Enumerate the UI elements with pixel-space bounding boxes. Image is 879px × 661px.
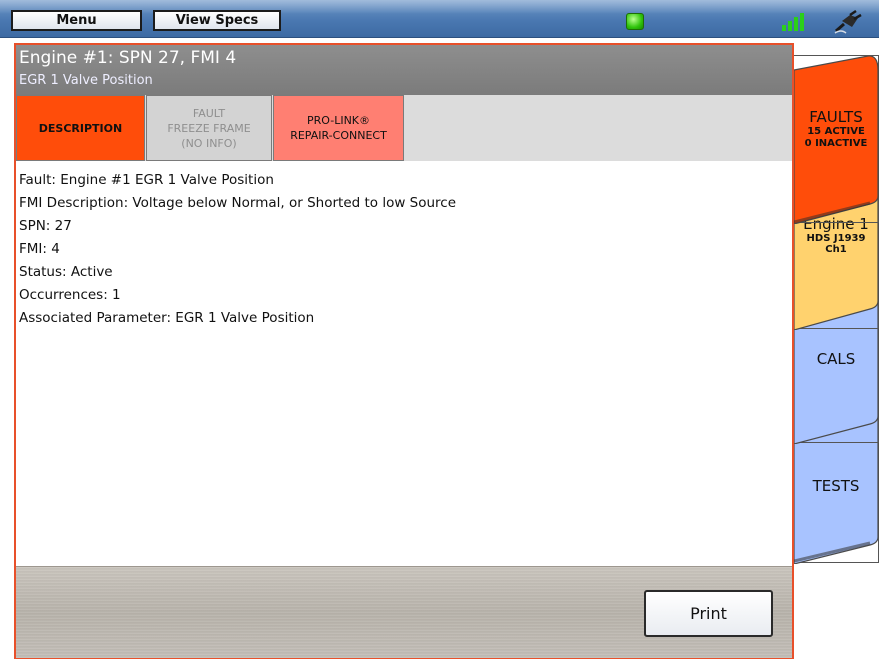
side-tab-faults-title: FAULTS xyxy=(809,108,863,126)
tab-freeze-frame: FAULT FREEZE FRAME (NO INFO) xyxy=(146,95,272,161)
tab-repair-connect-line2: REPAIR-CONNECT xyxy=(290,129,387,142)
tab-description[interactable]: DESCRIPTION xyxy=(16,95,145,161)
tab-freeze-frame-line1: FAULT xyxy=(192,106,226,120)
side-tab-cals-label: CALS xyxy=(816,350,856,368)
view-specs-button[interactable]: View Specs xyxy=(153,10,281,31)
detail-line: Status: Active xyxy=(19,264,113,280)
side-tab-strip: TESTS CALS Engine 1 HDS J1939 Ch1 FAULTS… xyxy=(794,43,879,564)
side-tab-faults[interactable]: FAULTS 15 ACTIVE 0 INACTIVE xyxy=(794,55,879,224)
tab-repair-connect-line1: PRO-LINK® xyxy=(306,114,371,127)
menu-button[interactable]: Menu xyxy=(11,10,142,31)
top-toolbar: Menu View Specs xyxy=(0,0,879,38)
action-bar: Print xyxy=(16,566,792,658)
signal-bars-icon xyxy=(782,13,804,31)
fault-title: Engine #1: SPN 27, FMI 4 xyxy=(19,48,237,68)
tab-freeze-frame-line2: FREEZE FRAME xyxy=(167,121,251,135)
detail-line: SPN: 27 xyxy=(19,218,72,234)
fault-header: Engine #1: SPN 27, FMI 4 EGR 1 Valve Pos… xyxy=(16,45,792,95)
detail-line: FMI: 4 xyxy=(19,241,60,257)
fault-description: Fault: Engine #1 EGR 1 Valve Position FM… xyxy=(19,169,779,330)
fault-detail-panel: Engine #1: SPN 27, FMI 4 EGR 1 Valve Pos… xyxy=(14,43,794,659)
side-tab-tests-label: TESTS xyxy=(812,476,860,495)
side-tab-engine-line2: Ch1 xyxy=(825,243,847,255)
detail-line: Occurrences: 1 xyxy=(19,287,121,303)
status-led-icon xyxy=(626,13,644,30)
fault-subtitle: EGR 1 Valve Position xyxy=(19,73,153,88)
detail-line: Fault: Engine #1 EGR 1 Valve Position xyxy=(19,172,274,188)
detail-tab-row: DESCRIPTION FAULT FREEZE FRAME (NO INFO)… xyxy=(16,95,792,161)
detail-line: Associated Parameter: EGR 1 Valve Positi… xyxy=(19,310,315,326)
detail-line: FMI Description: Voltage below Normal, o… xyxy=(19,195,457,211)
print-button[interactable]: Print xyxy=(644,590,773,637)
side-tab-faults-inactive: 0 INACTIVE xyxy=(804,138,868,149)
side-tab-engine-line1: HDS J1939 xyxy=(806,232,866,244)
tab-description-label: DESCRIPTION xyxy=(38,121,123,135)
tab-repair-connect[interactable]: PRO-LINK® REPAIR-CONNECT xyxy=(273,95,404,161)
side-tab-faults-active: 15 ACTIVE xyxy=(807,126,865,137)
tab-freeze-frame-line3: (NO INFO) xyxy=(181,136,237,150)
plug-icon xyxy=(834,9,862,34)
